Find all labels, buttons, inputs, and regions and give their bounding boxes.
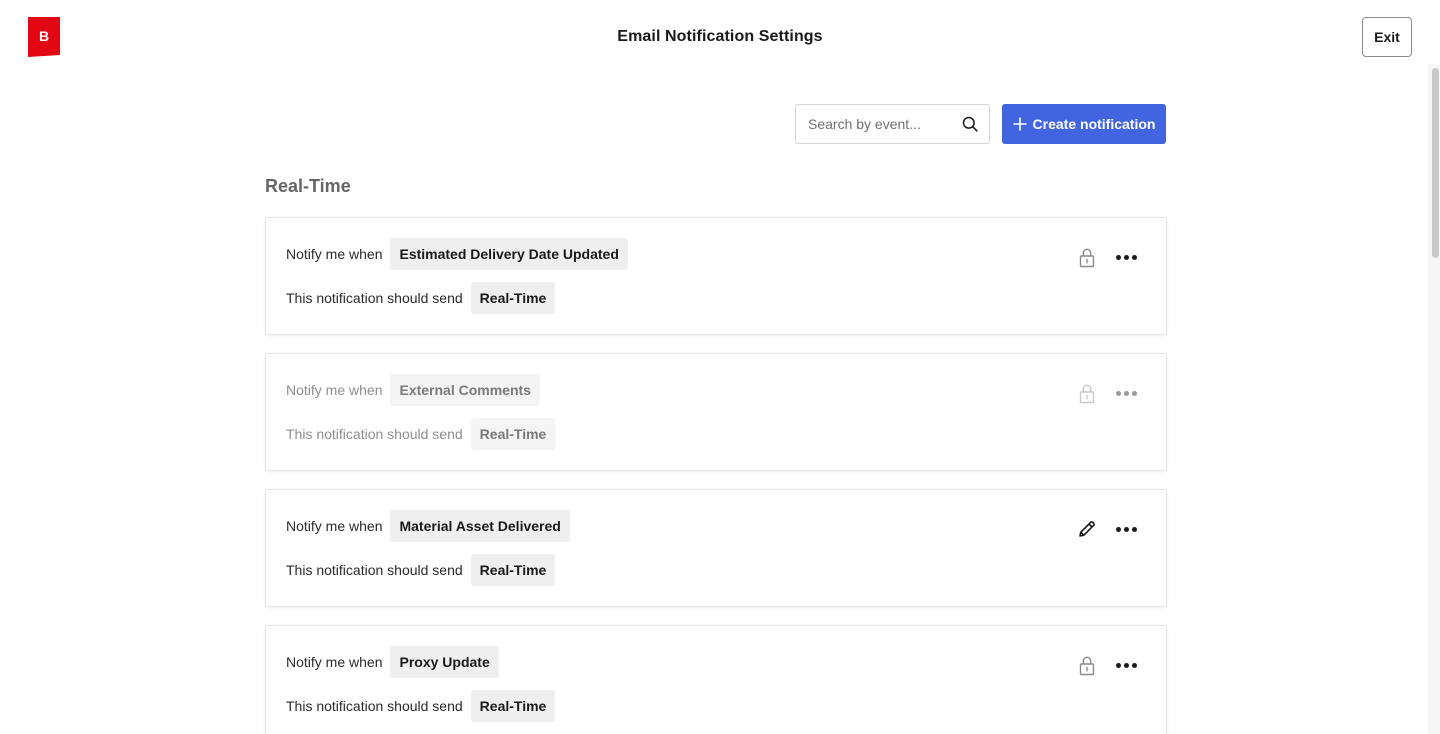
notification-card: Notify me when Estimated Delivery Date U…	[265, 217, 1167, 335]
section-heading: Real-Time	[265, 176, 351, 196]
search-box	[795, 104, 990, 144]
notify-when-label: Notify me when	[286, 382, 383, 398]
pencil-icon[interactable]	[1076, 518, 1098, 540]
page-title: Email Notification Settings	[617, 28, 823, 45]
more-options-icon[interactable]	[1114, 382, 1138, 404]
notification-card: Notify me when External Comments This no…	[265, 353, 1167, 471]
scrollbar-thumb[interactable]	[1432, 68, 1439, 258]
notify-when-label: Notify me when	[286, 518, 383, 534]
create-notification-label: Create notification	[1032, 116, 1156, 132]
notify-when-label: Notify me when	[286, 246, 383, 262]
send-frequency-label: This notification should send	[286, 698, 463, 714]
plus-icon	[1012, 117, 1027, 131]
frequency-chip: Real-Time	[470, 690, 556, 722]
frequency-chip: Real-Time	[470, 418, 556, 450]
send-frequency-label: This notification should send	[286, 290, 463, 306]
frequency-chip: Real-Time	[470, 282, 556, 314]
frequency-chip: Real-Time	[470, 554, 556, 586]
event-chip: Proxy Update	[390, 646, 499, 678]
more-options-icon[interactable]	[1114, 654, 1138, 676]
event-chip: Estimated Delivery Date Updated	[390, 238, 628, 270]
lock-icon[interactable]	[1076, 654, 1098, 676]
search-input[interactable]	[796, 105, 956, 143]
exit-button[interactable]: Exit	[1362, 17, 1412, 57]
notification-card: Notify me when Proxy Update This notific…	[265, 625, 1167, 734]
notification-card: Notify me when Material Asset Delivered …	[265, 489, 1167, 607]
search-icon[interactable]	[962, 116, 978, 132]
event-chip: Material Asset Delivered	[390, 510, 570, 542]
lock-icon[interactable]	[1076, 382, 1098, 404]
notify-when-label: Notify me when	[286, 654, 383, 670]
lock-icon[interactable]	[1076, 246, 1098, 268]
more-options-icon[interactable]	[1114, 518, 1138, 540]
event-chip: External Comments	[390, 374, 540, 406]
send-frequency-label: This notification should send	[286, 562, 463, 578]
send-frequency-label: This notification should send	[286, 426, 463, 442]
create-notification-button[interactable]: Create notification	[1002, 104, 1166, 144]
more-options-icon[interactable]	[1114, 246, 1138, 268]
